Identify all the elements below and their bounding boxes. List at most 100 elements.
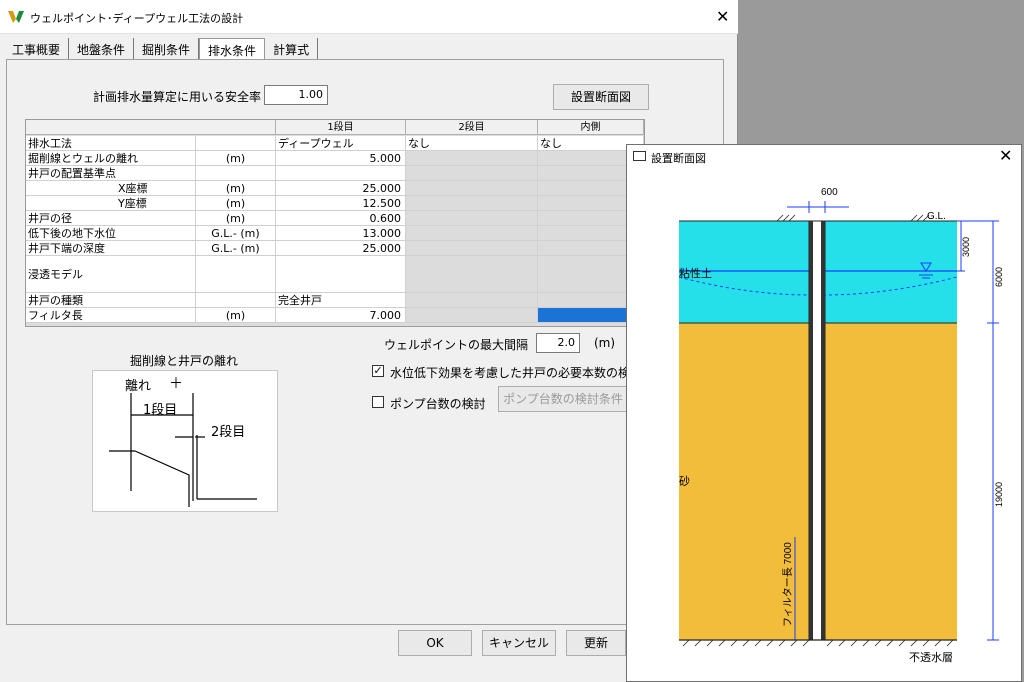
row-value-stage1[interactable]: 25.000: [276, 241, 406, 256]
row-value-stage1[interactable]: 0.600: [276, 211, 406, 226]
row-value-stage1[interactable]: [276, 256, 406, 293]
filter-length-label: フィルター長 7000: [782, 542, 794, 627]
safety-factor-input[interactable]: 1.00: [264, 85, 328, 105]
row-unit: [196, 293, 276, 308]
row-name: フィルタ長: [26, 308, 196, 323]
sketch-title: 掘削線と井戸の離れ: [130, 354, 239, 368]
table-row[interactable]: 井戸の径 (m) 0.600: [26, 211, 644, 226]
row-value-stage2: [406, 241, 538, 256]
table-row[interactable]: 井戸の配置基準点: [26, 166, 644, 181]
table-row[interactable]: 井戸の種類 完全井戸: [26, 293, 644, 308]
cross-section-drawing: 600 3000 6000 19000 フィルター長 7000 G.L. 粘性土…: [678, 187, 1004, 664]
table-header-stage2: 2段目: [406, 120, 538, 135]
row-value-stage1[interactable]: [276, 166, 406, 181]
row-value-stage2: [406, 211, 538, 226]
sketch-diagram: 離れ ＋ 1段目 2段目: [92, 370, 278, 512]
max-spacing-input[interactable]: 2.0: [536, 333, 580, 353]
table-row[interactable]: 掘削線とウェルの離れ (m) 5.000: [26, 151, 644, 166]
row-unit: [196, 136, 276, 151]
row-name: 井戸下端の深度: [26, 241, 196, 256]
row-value-stage1[interactable]: 13.000: [276, 226, 406, 241]
row-value-stage2: [406, 256, 538, 293]
ground-hatch: [776, 214, 930, 222]
row-value-stage2: [406, 196, 538, 211]
table-row[interactable]: 井戸下端の深度 G.L.- (m) 25.000: [26, 241, 644, 256]
pump-conditions-button[interactable]: ポンプ台数の検討条件: [498, 386, 628, 412]
pump-check-label[interactable]: ポンプ台数の検討: [390, 395, 486, 412]
row-unit: [196, 166, 276, 181]
table-corner: [26, 120, 276, 135]
tab-drainage[interactable]: 排水条件: [199, 38, 266, 60]
close-icon[interactable]: ✕: [999, 148, 1012, 164]
max-spacing-label: ウェルポイントの最大間隔: [384, 338, 529, 352]
table-row[interactable]: 排水工法 ディープウェル なし なし: [26, 136, 644, 151]
row-name: X座標: [26, 181, 196, 196]
drainage-table: 1段目 2段目 内側 排水工法 ディープウェル なし なし 掘削線とウェルの離れ…: [25, 119, 645, 327]
safety-factor-label: 計画排水量算定に用いる安全率: [93, 90, 262, 104]
dim-3000-label: 3000: [961, 237, 971, 257]
row-name: 井戸の配置基準点: [26, 166, 196, 181]
row-unit: (m): [196, 196, 276, 211]
impermeable-label: 不透水層: [909, 651, 953, 664]
window-title: ウェルポイント･ディープウェル工法の設計: [30, 12, 244, 25]
row-value-stage2: [406, 151, 538, 166]
cancel-button[interactable]: キャンセル: [482, 630, 556, 656]
table-row[interactable]: X座標 (m) 25.000: [26, 181, 644, 196]
row-unit: (m): [196, 181, 276, 196]
row-value-stage2[interactable]: なし: [406, 136, 538, 151]
clay-label: 粘性土: [679, 266, 712, 280]
row-value-stage2: [406, 181, 538, 196]
drawing-icon: [633, 151, 646, 161]
max-spacing-unit: (m): [594, 336, 616, 350]
section-titlebar: 設置断面図 ✕: [627, 145, 1021, 167]
ok-button[interactable]: OK: [398, 630, 472, 656]
sand-label: 砂: [679, 475, 690, 488]
row-value-stage1[interactable]: 12.500: [276, 196, 406, 211]
section-view-window: 設置断面図 ✕ 600 3000 6000 19000 フィルター長 7000 …: [626, 144, 1022, 682]
row-name: 掘削線とウェルの離れ: [26, 151, 196, 166]
row-value-stage2: [406, 166, 538, 181]
row-name: 排水工法: [26, 136, 196, 151]
table-header-stage1: 1段目: [276, 120, 406, 135]
tab-ground[interactable]: 地盤条件: [69, 38, 135, 60]
section-view-button[interactable]: 設置断面図: [553, 84, 649, 110]
tab-bar: 工事概要 地盤条件 掘削条件 排水条件 計算式: [4, 38, 319, 60]
row-unit: (m): [196, 211, 276, 226]
row-value-stage1[interactable]: 7.000: [276, 308, 406, 323]
pump-checkbox[interactable]: [372, 396, 384, 408]
dim-6000-label: 6000: [994, 267, 1004, 287]
section-title: 設置断面図: [651, 152, 706, 165]
table-row[interactable]: Y座標 (m) 12.500: [26, 196, 644, 211]
table-row[interactable]: 低下後の地下水位 G.L.- (m) 13.000: [26, 226, 644, 241]
close-icon[interactable]: ✕: [716, 9, 729, 25]
table-row[interactable]: フィルタ長 (m) 7.000: [26, 308, 644, 323]
tab-excavation[interactable]: 掘削条件: [134, 38, 200, 60]
row-value-stage1[interactable]: 5.000: [276, 151, 406, 166]
tab-formula[interactable]: 計算式: [265, 38, 319, 60]
dim-diameter-label: 600: [821, 187, 838, 198]
row-unit: (m): [196, 151, 276, 166]
row-unit: (m): [196, 308, 276, 323]
update-button[interactable]: 更新: [566, 630, 626, 656]
row-value-stage1[interactable]: ディープウェル: [276, 136, 406, 151]
tab-overview[interactable]: 工事概要: [4, 38, 70, 60]
row-name: 低下後の地下水位: [26, 226, 196, 241]
row-value-stage1[interactable]: 完全井戸: [276, 293, 406, 308]
table-row[interactable]: 浸透モデル: [26, 256, 644, 293]
dim-19000-label: 19000: [994, 482, 1004, 507]
water-level-check-label[interactable]: 水位低下効果を考慮した井戸の必要本数の検討: [390, 364, 642, 381]
row-unit: G.L.- (m): [196, 226, 276, 241]
well-wall-left: [809, 221, 813, 640]
row-value-stage1[interactable]: 25.000: [276, 181, 406, 196]
sketch-lines: [109, 393, 257, 507]
row-value-stage2: [406, 226, 538, 241]
app-logo-icon: [8, 11, 24, 23]
table-header-inner: 内側: [538, 120, 644, 135]
row-unit: [196, 256, 276, 293]
well-wall-right: [821, 221, 825, 640]
row-unit: G.L.- (m): [196, 241, 276, 256]
row-value-stage2: [406, 308, 538, 323]
gl-label: G.L.: [927, 211, 946, 222]
water-level-checkbox[interactable]: ✓: [372, 365, 384, 377]
row-value-stage2: [406, 293, 538, 308]
